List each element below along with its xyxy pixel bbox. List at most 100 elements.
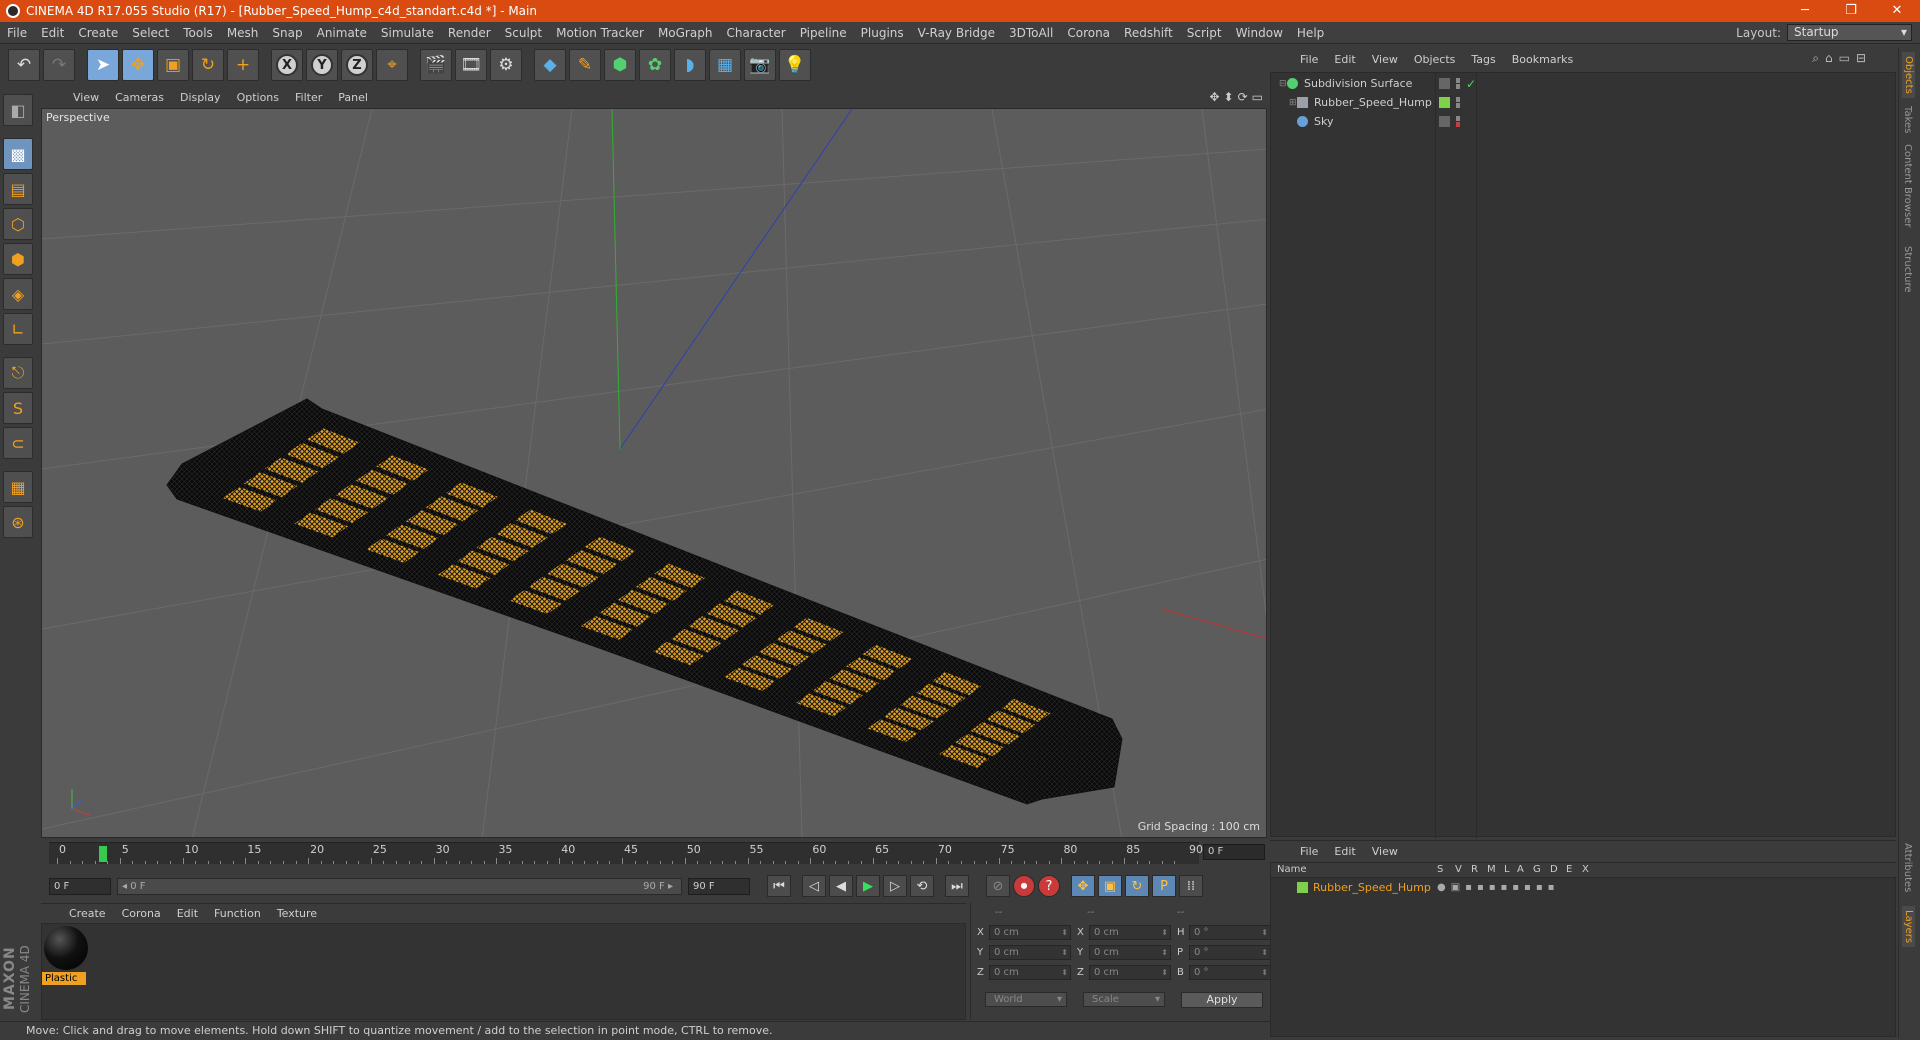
tab-structure[interactable]: Structure: [1902, 246, 1913, 293]
layer-color-swatch[interactable]: [1439, 97, 1450, 108]
cube-object-icon[interactable]: ◆: [534, 49, 566, 81]
size-y-field[interactable]: 0 cm: [1089, 945, 1171, 960]
next-frame-icon[interactable]: ▷: [883, 875, 907, 897]
enabled-check-icon[interactable]: ✓: [1466, 77, 1476, 91]
viewport-menu-cameras[interactable]: Cameras: [107, 91, 172, 104]
layer-color-swatch[interactable]: [1297, 882, 1308, 893]
menu-pipeline[interactable]: Pipeline: [793, 22, 854, 44]
menu-tools[interactable]: Tools: [176, 22, 220, 44]
start-frame-field[interactable]: 0 F: [49, 877, 111, 895]
previous-key-icon[interactable]: ◁: [802, 875, 826, 897]
subdivision-surface-icon[interactable]: ⬢: [604, 49, 636, 81]
menu-plugins[interactable]: Plugins: [854, 22, 911, 44]
menu-simulate[interactable]: Simulate: [374, 22, 441, 44]
expand-toggle-icon[interactable]: ⊞: [1289, 98, 1297, 108]
autokey-icon[interactable]: ?: [1038, 875, 1060, 897]
lm-menu-file[interactable]: File: [1292, 845, 1326, 858]
undo-icon[interactable]: ↶: [8, 49, 40, 81]
rotation-h-field[interactable]: 0 °: [1189, 925, 1271, 940]
viewport-menu-options[interactable]: Options: [229, 91, 287, 104]
menu-select[interactable]: Select: [125, 22, 176, 44]
orbit-view-icon[interactable]: ⟳: [1238, 90, 1248, 104]
key-position-icon[interactable]: ✥: [1071, 875, 1095, 897]
tab-objects[interactable]: Objects: [1902, 52, 1915, 98]
play-forward-icon[interactable]: ▶: [856, 875, 880, 897]
make-editable-icon[interactable]: ◧: [3, 94, 33, 126]
live-selection-icon[interactable]: ➤: [87, 49, 119, 81]
render-view-icon[interactable]: 🎬: [420, 49, 452, 81]
layout-dropdown[interactable]: Startup: [1787, 24, 1912, 41]
tab-takes[interactable]: Takes: [1902, 106, 1913, 133]
menu-edit[interactable]: Edit: [34, 22, 71, 44]
layer-flag-icon[interactable]: [1439, 78, 1450, 89]
om-menu-bookmarks[interactable]: Bookmarks: [1504, 53, 1581, 66]
menu-motion-tracker[interactable]: Motion Tracker: [549, 22, 651, 44]
tweak-mode-icon[interactable]: S: [3, 392, 33, 424]
move-icon[interactable]: ✥: [122, 49, 154, 81]
camera-icon[interactable]: 📷: [744, 49, 776, 81]
menu-render[interactable]: Render: [441, 22, 498, 44]
minimize-button[interactable]: ─: [1782, 0, 1828, 22]
menu-create[interactable]: Create: [71, 22, 125, 44]
menu-character[interactable]: Character: [719, 22, 792, 44]
playhead-marker[interactable]: [99, 846, 107, 862]
lm-menu-edit[interactable]: Edit: [1326, 845, 1363, 858]
new-view-icon[interactable]: ▭: [1839, 51, 1850, 66]
end-frame-field[interactable]: 90 F: [688, 877, 750, 895]
x-axis-lock-button[interactable]: X: [271, 49, 303, 81]
preview-range-slider[interactable]: ◂ 0 F 90 F ▸: [117, 877, 682, 895]
light-icon[interactable]: 💡: [779, 49, 811, 81]
menu-script[interactable]: Script: [1180, 22, 1229, 44]
menu-redshift[interactable]: Redshift: [1117, 22, 1180, 44]
tab-attributes[interactable]: Attributes: [1902, 843, 1913, 892]
om-menu-tags[interactable]: Tags: [1463, 53, 1503, 66]
tab-layers[interactable]: Layers: [1902, 906, 1915, 948]
coordinate-space-dropdown[interactable]: World: [985, 992, 1067, 1007]
y-axis-lock-button[interactable]: Y: [306, 49, 338, 81]
material-name-label[interactable]: Plastic: [42, 972, 86, 985]
loop-icon[interactable]: ⟲: [910, 875, 934, 897]
visibility-dots-icon[interactable]: [1456, 78, 1460, 89]
coordinate-system-icon[interactable]: ⌖: [376, 49, 408, 81]
menu-window[interactable]: Window: [1229, 22, 1290, 44]
menu-corona[interactable]: Corona: [1060, 22, 1117, 44]
om-menu-view[interactable]: View: [1364, 53, 1406, 66]
layer-row[interactable]: Rubber_Speed_Hump ●▣▪▪▪▪▪▪▪▪: [1271, 880, 1897, 895]
om-menu-objects[interactable]: Objects: [1406, 53, 1464, 66]
visibility-dots-icon[interactable]: [1456, 116, 1460, 127]
solo-mode-icon[interactable]: ⊂: [3, 427, 33, 459]
key-rotation-icon[interactable]: ↻: [1125, 875, 1149, 897]
menu-animate[interactable]: Animate: [310, 22, 374, 44]
material-menu-create[interactable]: Create: [61, 907, 114, 920]
menu-mograph[interactable]: MoGraph: [651, 22, 720, 44]
rotation-b-field[interactable]: 0 °: [1189, 965, 1271, 980]
zoom-view-icon[interactable]: ⬍: [1224, 90, 1234, 104]
size-mode-dropdown[interactable]: Scale: [1083, 992, 1165, 1007]
key-pla-icon[interactable]: ⁞⁞: [1179, 875, 1203, 897]
polygons-mode-icon[interactable]: ∟: [3, 313, 33, 345]
search-icon[interactable]: ⌕: [1812, 51, 1819, 66]
menu-3dtoall[interactable]: 3DToAll: [1002, 22, 1060, 44]
restore-button[interactable]: ❐: [1828, 0, 1874, 22]
model-mode-icon[interactable]: ▩: [3, 138, 33, 170]
menu-sculpt[interactable]: Sculpt: [498, 22, 549, 44]
menu-file[interactable]: File: [0, 22, 34, 44]
material-preview-plastic[interactable]: [44, 926, 88, 970]
render-settings-icon[interactable]: ⚙: [490, 49, 522, 81]
redo-icon[interactable]: ↷: [43, 49, 75, 81]
scale-icon[interactable]: ▣: [157, 49, 189, 81]
material-menu-texture[interactable]: Texture: [269, 907, 325, 920]
viewport-menu-display[interactable]: Display: [172, 91, 229, 104]
object-row-sky[interactable]: Sky: [1271, 112, 1897, 131]
viewport-menu-view[interactable]: View: [65, 91, 107, 104]
menu-vray-bridge[interactable]: V-Ray Bridge: [911, 22, 1002, 44]
material-menu-edit[interactable]: Edit: [169, 907, 206, 920]
close-button[interactable]: ✕: [1874, 0, 1920, 22]
go-to-end-icon[interactable]: ⏭: [945, 875, 969, 897]
floor-icon[interactable]: ▦: [709, 49, 741, 81]
motion-path-icon[interactable]: ⊘: [986, 875, 1010, 897]
size-x-field[interactable]: 0 cm: [1089, 925, 1171, 940]
visibility-dots-icon[interactable]: [1456, 97, 1460, 108]
expand-toggle-icon[interactable]: ⊟: [1279, 79, 1287, 89]
position-x-field[interactable]: 0 cm: [989, 925, 1071, 940]
